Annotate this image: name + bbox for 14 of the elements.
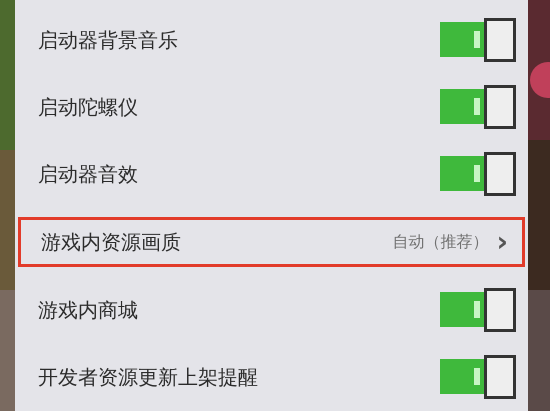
- setting-label: 启动陀螺仪: [38, 94, 139, 121]
- setting-label: 开发者资源更新上架提醒: [38, 364, 259, 392]
- setting-row[interactable]: 游戏内资源画质 自动（推荐） ›: [18, 217, 525, 267]
- toggle-switch[interactable]: [440, 152, 516, 196]
- setting-label: 游戏内资源画质: [41, 229, 182, 256]
- toggle-switch[interactable]: [440, 288, 516, 332]
- toggle-switch[interactable]: [440, 18, 516, 62]
- chevron-icon: ›: [496, 228, 508, 256]
- toggle-switch[interactable]: [440, 355, 516, 400]
- setting-label: 启动器背景音乐: [38, 26, 179, 54]
- toggle-switch[interactable]: [440, 84, 516, 129]
- setting-label: 启动器音效: [38, 160, 139, 188]
- setting-value: 自动（推荐）: [392, 231, 488, 254]
- setting-label: 游戏内商城: [38, 297, 139, 324]
